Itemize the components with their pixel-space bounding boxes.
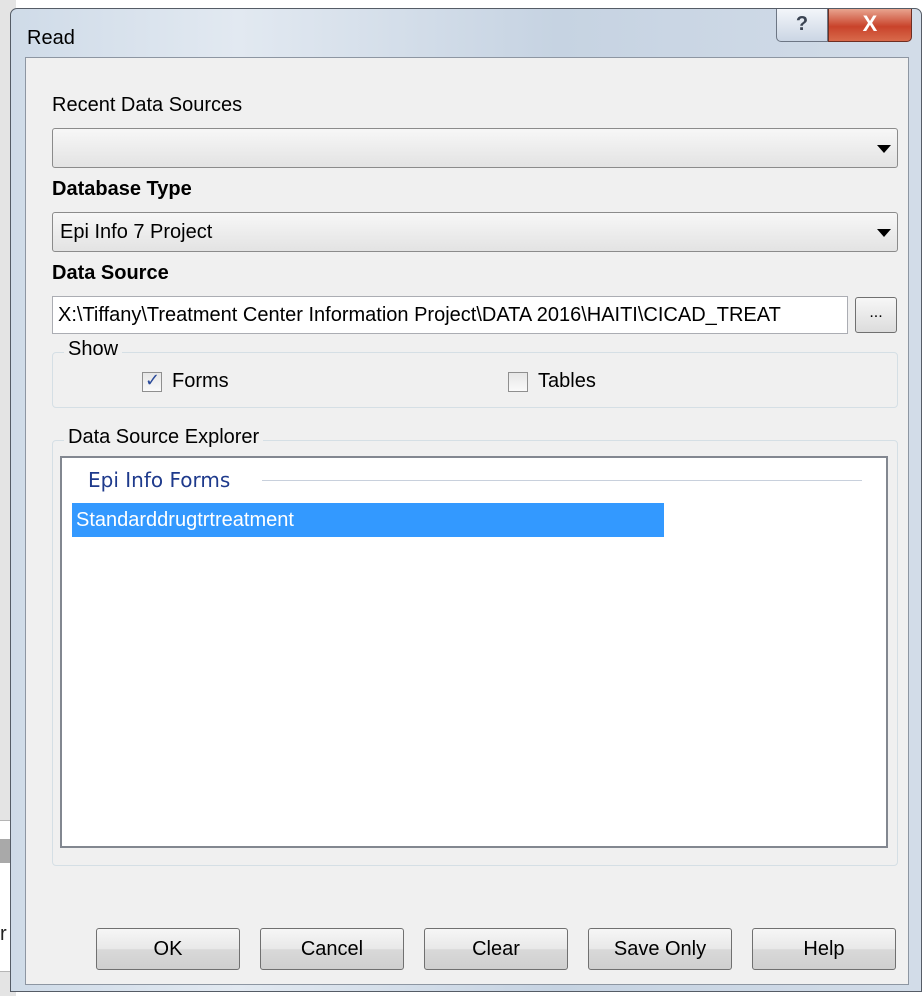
forms-checkbox[interactable]	[142, 370, 162, 392]
dialog-client-area: Recent Data Sources Database Type Epi In…	[25, 57, 909, 985]
tables-checkbox[interactable]	[508, 372, 528, 392]
data-source-input[interactable]: X:\Tiffany\Treatment Center Information …	[52, 296, 848, 334]
cancel-button[interactable]: Cancel	[260, 928, 404, 970]
show-group-title: Show	[64, 338, 123, 361]
tables-checkbox-label: Tables	[538, 370, 596, 392]
chevron-down-icon	[877, 145, 891, 153]
data-source-explorer-title: Data Source Explorer	[64, 426, 264, 449]
list-item-standarddrugtrtreatment[interactable]: Standarddrugtrtreatment	[72, 503, 664, 537]
data-source-label: Data Source	[52, 262, 169, 284]
question-mark-icon: ?	[795, 13, 809, 35]
close-button[interactable]: X	[828, 9, 912, 42]
help-button[interactable]: Help	[752, 928, 896, 970]
chevron-down-icon	[877, 229, 891, 237]
close-icon: X	[862, 11, 878, 36]
data-source-explorer-list[interactable]: Epi Info Forms Standarddrugtrtreatment	[60, 456, 888, 848]
clear-button[interactable]: Clear	[424, 928, 568, 970]
recent-data-sources-dropdown[interactable]	[52, 128, 898, 168]
background-scroll-thumb	[0, 839, 10, 863]
dialog-title: Read	[27, 27, 75, 49]
background-text: r	[0, 923, 7, 945]
database-type-value: Epi Info 7 Project	[60, 221, 213, 243]
database-type-label: Database Type	[52, 178, 192, 200]
epi-info-forms-header: Epi Info Forms	[88, 468, 231, 492]
read-dialog: Read ? X Recent Data Sources Database Ty…	[10, 8, 922, 992]
save-only-button[interactable]: Save Only	[588, 928, 732, 970]
browse-button[interactable]: ...	[855, 297, 897, 333]
forms-checkbox-label: Forms	[172, 370, 229, 392]
ok-button[interactable]: OK	[96, 928, 240, 970]
recent-data-sources-label: Recent Data Sources	[52, 94, 243, 116]
database-type-dropdown[interactable]: Epi Info 7 Project	[52, 212, 898, 252]
help-title-button[interactable]: ?	[776, 9, 828, 42]
section-divider	[262, 480, 862, 481]
